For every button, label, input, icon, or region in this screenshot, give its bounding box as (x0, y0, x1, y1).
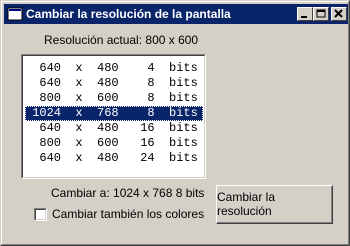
minimize-button[interactable] (297, 7, 313, 21)
close-button[interactable] (331, 7, 347, 21)
close-icon (334, 9, 343, 18)
resolution-list-item[interactable]: 640 x 480 4 bits (25, 61, 203, 76)
resolution-list-item[interactable]: 800 x 600 8 bits (25, 91, 203, 106)
change-to-label: Cambiar a: 1024 x 768 8 bits (51, 186, 205, 200)
current-resolution-label: Resolución actual: 800 x 600 (44, 33, 199, 47)
resolution-list-item[interactable]: 640 x 480 16 bits (25, 121, 203, 136)
change-colors-checkbox[interactable] (34, 208, 47, 221)
title-bar[interactable]: Cambiar la resolución de la pantalla (4, 4, 348, 24)
resolution-list-item[interactable]: 800 x 600 16 bits (25, 136, 203, 151)
change-colors-label[interactable]: Cambiar también los colores (52, 207, 204, 221)
minimize-icon (301, 16, 307, 18)
window-title: Cambiar la resolución de la pantalla (26, 7, 231, 21)
dialog-window: Cambiar la resolución de la pantalla Res… (0, 0, 350, 246)
app-window-icon (7, 7, 23, 21)
maximize-icon (316, 9, 326, 18)
change-resolution-button[interactable]: Cambiar la resolución (216, 185, 333, 224)
resolution-list-item[interactable]: 1024 x 768 8 bits (25, 106, 203, 121)
resolution-list-item[interactable]: 640 x 480 24 bits (25, 151, 203, 166)
change-resolution-button-label: Cambiar la resolución (217, 190, 276, 218)
resolution-list-item[interactable]: 640 x 480 8 bits (25, 76, 203, 91)
maximize-button[interactable] (313, 7, 329, 21)
resolution-list[interactable]: 640 x 480 4 bits 640 x 480 8 bits 800 x … (21, 54, 206, 179)
